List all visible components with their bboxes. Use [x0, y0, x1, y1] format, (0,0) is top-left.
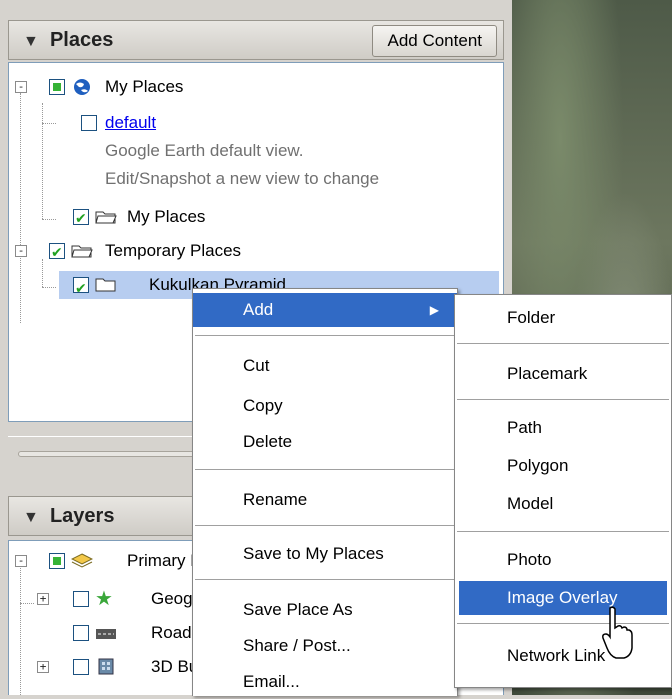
tree-item-label: Temporary Places — [105, 241, 242, 260]
add-content-button[interactable]: Add Content — [372, 25, 497, 57]
earth-icon — [74, 79, 90, 95]
places-header: ▼ Places Add Content — [8, 20, 504, 60]
places-title[interactable]: ▼ Places — [23, 29, 113, 52]
checkbox[interactable] — [49, 79, 65, 95]
submenu-item-polygon[interactable]: Polygon — [455, 449, 671, 483]
expand-icon[interactable]: + — [37, 661, 49, 673]
checkbox[interactable] — [73, 625, 89, 641]
checkbox[interactable] — [49, 553, 65, 569]
submenu-item-placemark[interactable]: Placemark — [455, 357, 671, 391]
folder-icon — [95, 278, 116, 292]
layers-title[interactable]: ▼ Layers — [23, 505, 114, 528]
folder-open-icon — [71, 245, 93, 258]
menu-item-add[interactable]: Add ▶ — [193, 293, 457, 327]
tree-item-label: My Places — [127, 207, 206, 226]
folder-open-icon — [95, 211, 117, 224]
menu-item-copy[interactable]: Copy — [193, 389, 457, 423]
checkbox[interactable] — [73, 206, 89, 230]
menu-item-save-to-my-places[interactable]: Save to My Places — [193, 537, 457, 571]
star-icon: ★ — [95, 588, 113, 610]
menu-item-share-post[interactable]: Share / Post... — [193, 629, 457, 663]
expand-icon[interactable]: + — [37, 593, 49, 605]
checkbox[interactable] — [73, 274, 89, 302]
tree-item-label: My Places — [105, 77, 184, 96]
tree-item-my-places-root[interactable]: - My Places — [9, 75, 499, 99]
building-icon — [98, 658, 114, 675]
menu-item-save-place-as[interactable]: Save Place As — [193, 593, 457, 627]
submenu-item-folder[interactable]: Folder — [455, 301, 671, 335]
default-description-line-1: Google Earth default view. — [105, 141, 304, 160]
mouse-pointer-icon — [602, 606, 633, 659]
add-submenu: Folder Placemark Path Polygon Model Phot… — [454, 294, 672, 688]
checkbox[interactable] — [49, 240, 65, 264]
menu-item-cut[interactable]: Cut — [193, 349, 457, 383]
collapse-icon[interactable]: - — [15, 555, 27, 567]
layers-icon — [71, 553, 93, 568]
tree-item-my-places-folder[interactable]: My Places — [9, 205, 499, 230]
collapse-triangle-icon[interactable]: ▼ — [23, 33, 39, 50]
checkbox[interactable] — [73, 591, 89, 607]
tree-item-default[interactable]: default — [9, 111, 499, 135]
default-description-line-2: Edit/Snapshot a new view to change — [105, 169, 380, 188]
submenu-item-photo[interactable]: Photo — [455, 543, 671, 577]
menu-item-email[interactable]: Email... — [193, 665, 457, 699]
menu-item-rename[interactable]: Rename — [193, 483, 457, 517]
submenu-item-network-link[interactable]: Network Link — [455, 639, 671, 673]
menu-item-delete[interactable]: Delete — [193, 425, 457, 459]
collapse-icon[interactable]: - — [15, 245, 27, 257]
collapse-icon[interactable]: - — [15, 81, 27, 93]
submenu-arrow-icon: ▶ — [429, 303, 439, 317]
submenu-item-model[interactable]: Model — [455, 487, 671, 521]
context-menu: Add ▶ Cut Copy Delete Rename Save to My … — [192, 288, 458, 696]
road-icon — [96, 629, 116, 639]
collapse-triangle-icon[interactable]: ▼ — [23, 509, 39, 526]
checkbox[interactable] — [81, 115, 97, 131]
submenu-item-path[interactable]: Path — [455, 411, 671, 445]
checkbox[interactable] — [73, 659, 89, 675]
default-view-link[interactable]: default — [105, 111, 156, 135]
tree-item-temporary-places[interactable]: - Temporary Places — [9, 239, 499, 264]
